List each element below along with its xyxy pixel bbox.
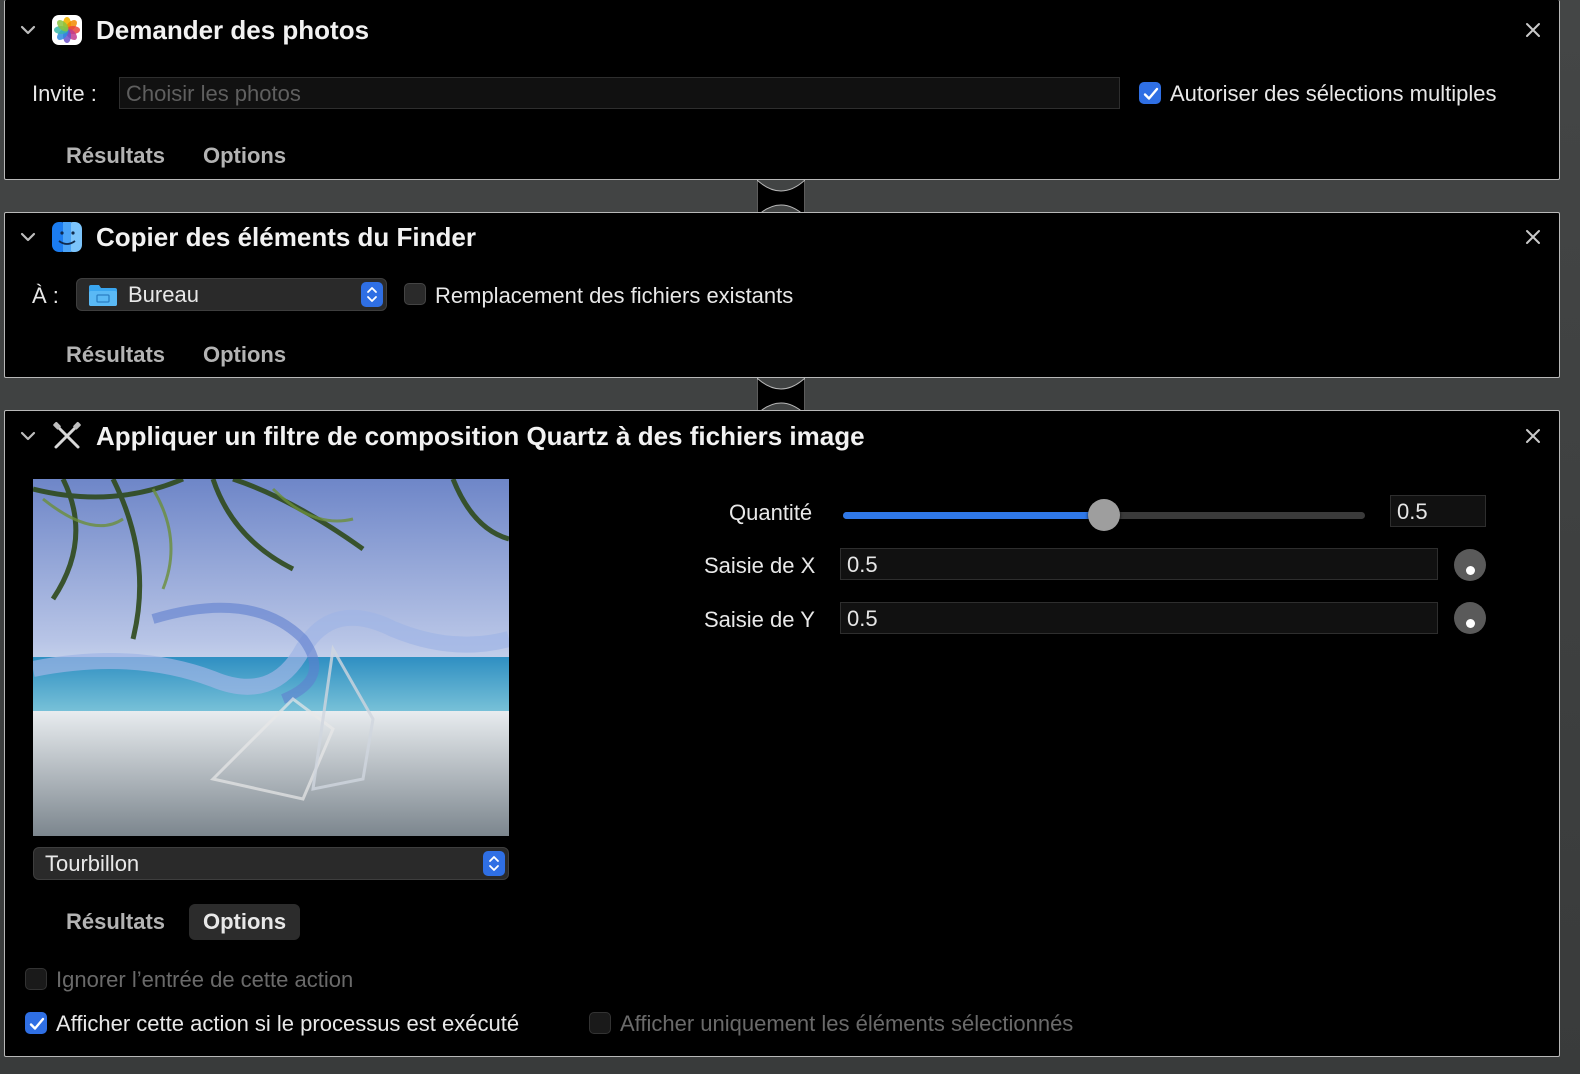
filter-preview-image	[33, 479, 509, 836]
ignore-input-label: Ignorer l’entrée de cette action	[56, 967, 354, 992]
action-title: Demander des photos	[96, 15, 370, 45]
photos-icon	[52, 15, 82, 45]
y-angle-dial[interactable]	[1454, 602, 1486, 634]
action-title: Appliquer un filtre de composition Quart…	[96, 421, 865, 451]
tab-options[interactable]: Options	[189, 904, 301, 940]
finder-icon	[52, 222, 82, 252]
action-copy-finder-items: Copier des éléments du Finder À : Bureau…	[4, 212, 1560, 378]
close-icon[interactable]	[1525, 22, 1541, 38]
checkmark-icon	[1143, 87, 1159, 100]
close-icon[interactable]	[1525, 229, 1541, 245]
tab-options[interactable]: Options	[203, 143, 286, 169]
tab-results[interactable]: Résultats	[66, 342, 165, 368]
action-title: Copier des éléments du Finder	[96, 222, 476, 252]
workflow-canvas: Demander des photos Invite : Choisir les…	[0, 0, 1580, 1074]
amount-label: Quantité	[729, 500, 813, 525]
filter-popup-value: Tourbillon	[45, 851, 140, 876]
show-when-run-label: Afficher cette action si le processus es…	[56, 1011, 520, 1036]
tab-results[interactable]: Résultats	[66, 909, 165, 935]
destination-value: Bureau	[128, 282, 199, 307]
x-input-label: Saisie de X	[704, 553, 816, 578]
replace-existing-label: Remplacement des fichiers existants	[435, 283, 794, 308]
close-icon[interactable]	[1525, 428, 1541, 444]
disclosure-chevron-icon[interactable]	[19, 228, 37, 246]
ignore-input-checkbox[interactable]	[25, 968, 47, 990]
popup-arrows-icon	[361, 282, 383, 307]
tab-results[interactable]: Résultats	[66, 143, 165, 169]
amount-input[interactable]: 0.5	[1390, 495, 1486, 527]
prompt-input[interactable]: Choisir les photos	[119, 77, 1120, 109]
disclosure-chevron-icon[interactable]	[19, 21, 37, 39]
amount-slider-fill	[843, 512, 1104, 519]
amount-slider[interactable]	[843, 499, 1365, 531]
y-input[interactable]: 0.5	[840, 602, 1438, 634]
folder-icon	[89, 285, 117, 306]
show-selected-only-checkbox[interactable]	[589, 1012, 611, 1034]
disclosure-chevron-icon[interactable]	[19, 427, 37, 445]
quartz-tools-icon	[53, 421, 81, 449]
y-input-label: Saisie de Y	[704, 607, 815, 632]
action-ask-for-photos: Demander des photos Invite : Choisir les…	[4, 0, 1560, 180]
allow-multiple-checkbox[interactable]	[1139, 82, 1161, 104]
prompt-label: Invite :	[32, 81, 97, 106]
replace-existing-checkbox[interactable]	[404, 283, 426, 305]
popup-arrows-icon	[483, 851, 505, 876]
destination-popup[interactable]: Bureau	[76, 278, 387, 311]
filter-popup[interactable]: Tourbillon	[33, 847, 509, 880]
tab-options[interactable]: Options	[203, 342, 286, 368]
allow-multiple-label: Autoriser des sélections multiples	[1170, 81, 1497, 106]
show-selected-only-label: Afficher uniquement les éléments sélecti…	[620, 1011, 1074, 1036]
amount-slider-knob[interactable]	[1088, 499, 1120, 531]
x-angle-dial[interactable]	[1454, 549, 1486, 581]
show-when-run-checkbox[interactable]	[25, 1012, 47, 1034]
checkmark-icon	[29, 1017, 45, 1030]
x-input[interactable]: 0.5	[840, 548, 1438, 580]
action-apply-quartz-filter: Appliquer un filtre de composition Quart…	[4, 410, 1560, 1057]
destination-label: À :	[32, 283, 59, 308]
